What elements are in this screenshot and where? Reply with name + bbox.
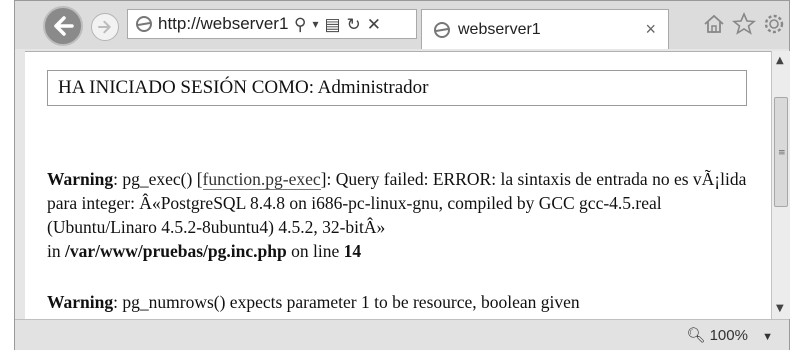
close-tab-icon[interactable]: ×	[645, 19, 656, 40]
warning-file: /var/www/pruebas/pg.inc.php	[65, 241, 287, 261]
address-url[interactable]: http://webserver1	[158, 14, 288, 34]
zoom-icon: 🔍︎	[686, 327, 706, 344]
warning-text: : pg_numrows() expects parameter 1 to be…	[113, 292, 580, 312]
browser-window: http://webserver1 ⚲ ▾ ▤ ↻ ✕ webserver1 ×	[14, 0, 790, 350]
ie-page-icon	[434, 21, 450, 38]
zoom-level: 100%	[709, 327, 748, 344]
search-icon[interactable]: ⚲	[294, 16, 306, 33]
compatibility-view-icon[interactable]: ▤	[324, 16, 340, 33]
function-doc-link[interactable]: function.pg-exec	[202, 169, 321, 190]
warning-line-number: 14	[343, 241, 362, 261]
gear-icon[interactable]	[761, 11, 787, 37]
vertical-scrollbar[interactable]: ▲ ≡ ▼	[771, 51, 790, 319]
zoom-control[interactable]: 🔍︎ 100% ▼	[686, 326, 773, 344]
warning-text: : pg_exec() [	[113, 169, 203, 189]
home-icon[interactable]	[701, 11, 727, 37]
address-bar[interactable]: http://webserver1 ⚲ ▾ ▤ ↻ ✕	[127, 9, 417, 39]
warning-label: Warning	[47, 169, 114, 189]
chevron-down-icon[interactable]: ▼	[762, 331, 773, 343]
warning-message: Warning: pg_exec() [function.pg-exec]: Q…	[47, 167, 747, 263]
arrow-left-icon	[54, 16, 74, 36]
page-content: HA INICIADO SESIÓN COMO: Administrador W…	[25, 51, 771, 320]
star-icon[interactable]	[731, 11, 757, 37]
warning-in-label: in	[47, 241, 61, 261]
scroll-up-icon[interactable]: ▲	[776, 55, 784, 66]
status-bar: 🔍︎ 100% ▼	[15, 319, 789, 350]
stop-icon[interactable]: ✕	[367, 16, 381, 33]
warning-message: Warning: pg_numrows() expects parameter …	[47, 290, 747, 314]
browser-toolbar: http://webserver1 ⚲ ▾ ▤ ↻ ✕ webserver1 ×	[15, 1, 789, 49]
back-button[interactable]	[43, 6, 83, 46]
ie-page-icon	[136, 16, 152, 32]
tab-title: webserver1	[458, 20, 541, 38]
arrow-right-icon	[98, 20, 111, 34]
forward-button[interactable]	[91, 13, 119, 41]
tab-webserver1[interactable]: webserver1 ×	[421, 9, 669, 49]
logged-in-banner: HA INICIADO SESIÓN COMO: Administrador	[47, 70, 747, 106]
warning-label: Warning	[47, 292, 114, 312]
grip-icon: ≡	[778, 148, 786, 158]
warning-on-line-label: on line	[291, 241, 340, 261]
scrollbar-thumb[interactable]: ≡	[774, 97, 788, 207]
scroll-down-icon[interactable]: ▼	[776, 303, 784, 314]
chevron-down-icon[interactable]: ▾	[312, 18, 318, 30]
refresh-icon[interactable]: ↻	[347, 16, 361, 33]
